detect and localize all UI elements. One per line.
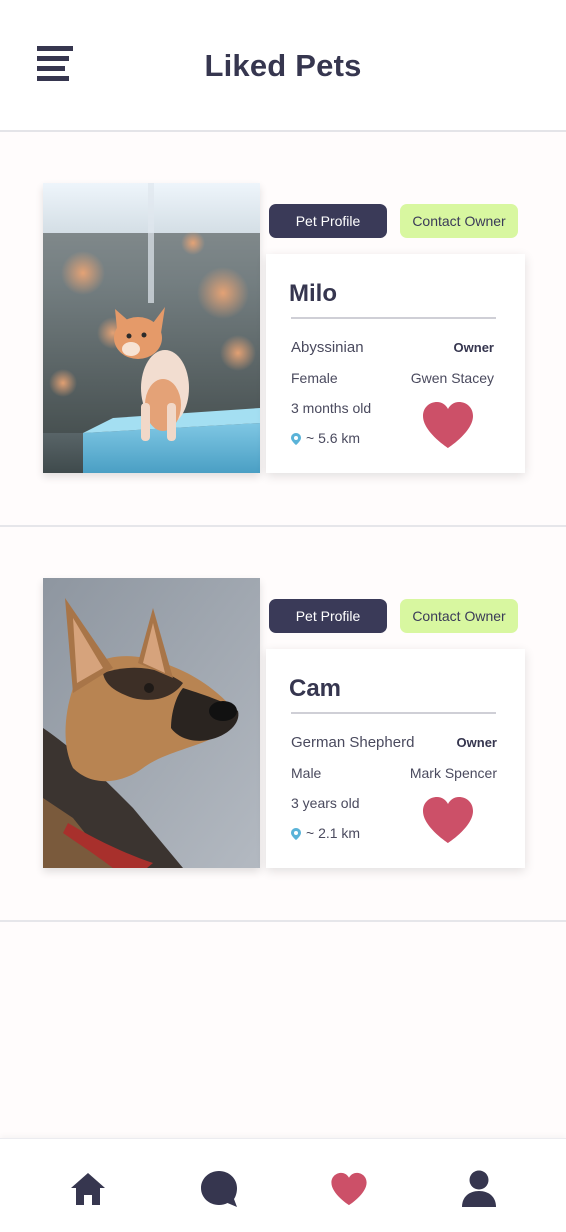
- pet-age: 3 months old: [291, 400, 372, 416]
- pet-info-card: Cam German Shepherd Male 3 years old ~ 2…: [266, 649, 525, 868]
- pet-photo-kitten[interactable]: [43, 183, 260, 473]
- pet-breed: German Shepherd: [291, 734, 415, 751]
- pet-info-card: Milo Abyssinian Female 3 months old ~ 5.…: [266, 254, 525, 473]
- location-pin-icon: [291, 827, 301, 840]
- divider: [291, 317, 496, 319]
- owner-name: Gwen Stacey: [410, 370, 494, 386]
- pet-profile-button[interactable]: Pet Profile: [269, 204, 387, 238]
- pet-sex: Male: [291, 765, 322, 781]
- pet-name: Milo: [289, 280, 337, 307]
- heart-icon[interactable]: [421, 795, 475, 845]
- owner-label: Owner: [453, 340, 494, 355]
- location-pin-icon: [291, 432, 301, 445]
- distance-text: ~ 2.1 km: [306, 825, 361, 841]
- chat-icon[interactable]: [199, 1169, 239, 1209]
- pet-card-cam: Pet Profile Contact Owner Cam German She…: [0, 528, 566, 922]
- pet-breed: Abyssinian: [291, 339, 364, 356]
- pet-name: Cam: [289, 675, 342, 702]
- page-title: Liked Pets: [204, 48, 362, 83]
- contact-owner-button[interactable]: Contact Owner: [400, 599, 518, 633]
- contact-owner-button[interactable]: Contact Owner: [400, 204, 518, 238]
- pet-card-milo: Pet Profile Contact Owner Milo Abyssinia…: [0, 133, 566, 527]
- home-icon[interactable]: [68, 1169, 108, 1209]
- pet-photo-dog[interactable]: [43, 578, 260, 868]
- user-icon[interactable]: [459, 1169, 499, 1209]
- bottom-navigation: [0, 1138, 566, 1232]
- pet-sex: Female: [291, 370, 338, 386]
- owner-label: Owner: [456, 735, 497, 750]
- pet-distance: ~ 2.1 km: [291, 825, 360, 841]
- heart-icon[interactable]: [421, 400, 475, 450]
- pet-distance: ~ 5.6 km: [291, 430, 360, 446]
- app-header: Liked Pets: [0, 0, 566, 132]
- distance-text: ~ 5.6 km: [306, 430, 361, 446]
- pet-age: 3 years old: [291, 795, 360, 811]
- heart-icon[interactable]: [329, 1169, 369, 1209]
- owner-name: Mark Spencer: [409, 765, 497, 781]
- divider: [291, 712, 496, 714]
- pet-profile-button[interactable]: Pet Profile: [269, 599, 387, 633]
